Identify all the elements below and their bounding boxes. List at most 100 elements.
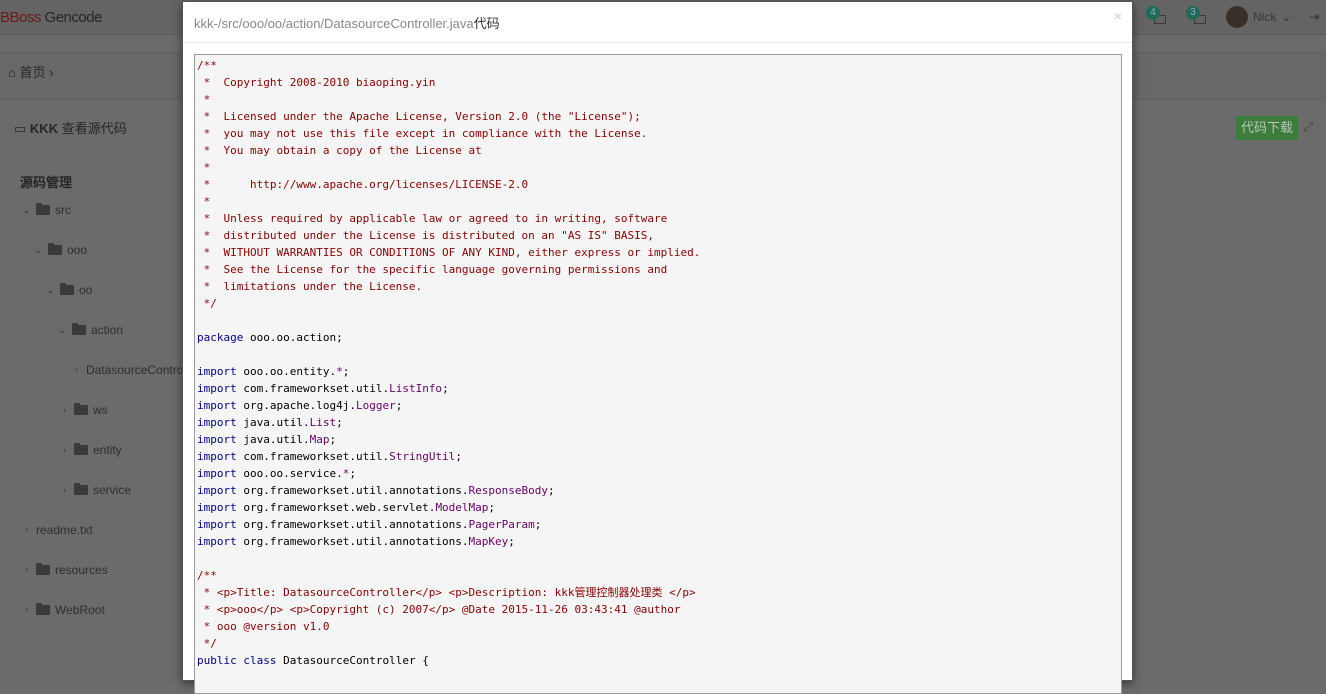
project-name: KKK (29, 121, 59, 136)
code-token: ooo.oo.action; (243, 331, 343, 344)
tree-node[interactable]: › WebRoot (22, 603, 105, 617)
code-line: * distributed under the License is distr… (197, 227, 1121, 244)
tree-node[interactable]: › resources (22, 563, 108, 577)
code-token: com.frameworkset.util. (236, 450, 390, 463)
chevron-right-icon[interactable]: › (22, 605, 31, 616)
code-token: * (197, 195, 211, 208)
messages-button[interactable]: 4 (1146, 6, 1168, 28)
user-menu[interactable]: Nick ⌄ (1226, 6, 1291, 28)
user-name: Nick (1253, 10, 1277, 24)
home-icon: ⌂ (8, 65, 16, 80)
chevron-right-icon[interactable]: › (22, 525, 31, 536)
tree-node[interactable]: › ws (60, 403, 108, 417)
code-token: ; (548, 484, 555, 497)
code-token: MapKey (468, 535, 509, 548)
code-token: * WITHOUT WARRANTIES OR CONDITIONS OF AN… (197, 246, 701, 259)
tasks-button[interactable]: 3 (1186, 6, 1208, 28)
chevron-down-icon[interactable]: ⌄ (58, 325, 67, 336)
code-line: import ooo.oo.entity.*; (197, 363, 1121, 380)
code-token: public (197, 654, 237, 667)
logo[interactable]: BBoss Gencode (0, 9, 102, 26)
folder-icon (74, 403, 88, 415)
code-token: import (197, 433, 237, 446)
code-token: class (243, 654, 277, 667)
code-token: ListInfo (389, 382, 443, 395)
comment-icon: ▭ (14, 121, 27, 136)
tree-node[interactable]: ⌄ src (22, 203, 71, 217)
code-token: com.frameworkset.util. (236, 382, 390, 395)
tree-node[interactable]: ⌄ ooo (34, 243, 87, 257)
tree-node[interactable]: › readme.txt (22, 523, 93, 537)
code-line: import com.frameworkset.util.ListInfo; (197, 380, 1121, 397)
folder-icon (36, 563, 50, 575)
code-line: * (197, 159, 1121, 176)
tree-node[interactable]: › service (60, 483, 131, 497)
folder-icon (74, 443, 88, 455)
code-token: ResponseBody (468, 484, 549, 497)
code-line: */ (197, 295, 1121, 312)
code-line: * (197, 91, 1121, 108)
code-token: java.util. (236, 433, 310, 446)
tree-node-label: ws (93, 403, 108, 417)
close-icon[interactable]: × (1114, 8, 1122, 24)
code-line: * http://www.apache.org/licenses/LICENSE… (197, 176, 1121, 193)
code-line: * See the License for the specific langu… (197, 261, 1121, 278)
chevron-right-icon[interactable]: › (60, 405, 69, 416)
folder-icon (60, 283, 74, 295)
code-line: * Unless required by applicable law or a… (197, 210, 1121, 227)
code-line: import org.frameworkset.web.servlet.Mode… (197, 499, 1121, 516)
code-token: ooo.oo.entity. (236, 365, 337, 378)
code-token: java.util. (236, 416, 310, 429)
code-token: ; (488, 501, 496, 514)
tree-node[interactable]: › entity (60, 443, 122, 457)
tree-node-label: action (91, 323, 124, 337)
folder-icon (72, 323, 86, 335)
code-line: * WITHOUT WARRANTIES OR CONDITIONS OF AN… (197, 244, 1121, 261)
code-token: org.apache.log4j. (236, 399, 356, 412)
code-token: org.frameworkset.util.annotations. (236, 484, 469, 497)
chevron-right-icon[interactable]: › (60, 445, 69, 456)
code-token: ; (329, 433, 337, 446)
chevron-down-icon[interactable]: ⌄ (34, 245, 43, 256)
tree-node-label: ooo (67, 243, 88, 257)
code-line: */ (197, 635, 1121, 652)
breadcrumb-separator: › (49, 65, 54, 80)
code-token: DatasourceController { (276, 654, 429, 667)
code-token: import (197, 365, 237, 378)
code-token: * you may not use this file except in co… (197, 127, 648, 140)
chevron-down-icon[interactable]: ⌄ (46, 285, 55, 296)
chevron-down-icon[interactable]: ⌄ (22, 205, 31, 216)
code-token: * ooo @version v1.0 (197, 620, 330, 633)
panel-title-text: 查看源代码 (61, 121, 127, 136)
logout-icon[interactable]: ⇥ (1309, 10, 1319, 24)
code-token: ; (342, 365, 350, 378)
code-token: List (309, 416, 337, 429)
code-line: * limitations under the License. (197, 278, 1121, 295)
modal-title-suffix: 代码 (473, 16, 500, 31)
code-token: * Licensed under the Apache License, Ver… (197, 110, 641, 123)
download-code-button[interactable]: 代码下载 (1236, 116, 1298, 140)
chevron-right-icon[interactable]: › (60, 485, 69, 496)
breadcrumb-home[interactable]: 首页 (19, 65, 45, 80)
code-viewer[interactable]: /** * Copyright 2008-2010 biaoping.yin *… (194, 54, 1122, 694)
tree-node-label: readme.txt (36, 523, 93, 537)
tree-node[interactable]: ⌄ oo (46, 283, 92, 297)
chevron-right-icon[interactable]: › (72, 365, 81, 376)
code-modal: kkk-/src/ooo/oo/action/DatasourceControl… (182, 1, 1133, 694)
code-line: * (197, 193, 1121, 210)
tree-node-label: resources (55, 563, 108, 577)
code-token: Map (309, 433, 330, 446)
code-line: * You may obtain a copy of the License a… (197, 142, 1121, 159)
tree-node-label: WebRoot (55, 603, 105, 617)
code-token: ; (349, 467, 356, 480)
tree-node[interactable]: ⌄ action (58, 323, 123, 337)
code-token: * (197, 161, 211, 174)
fullscreen-icon[interactable]: ⤢ (1303, 119, 1313, 135)
logo-product: Gencode (40, 9, 103, 26)
code-token: ModelMap (435, 501, 489, 514)
code-line: * Copyright 2008-2010 biaoping.yin (197, 74, 1121, 91)
code-token: StringUtil (389, 450, 456, 463)
chevron-right-icon[interactable]: › (22, 565, 31, 576)
code-line: import java.util.Map; (197, 431, 1121, 448)
code-token: * See the License for the specific langu… (197, 263, 668, 276)
